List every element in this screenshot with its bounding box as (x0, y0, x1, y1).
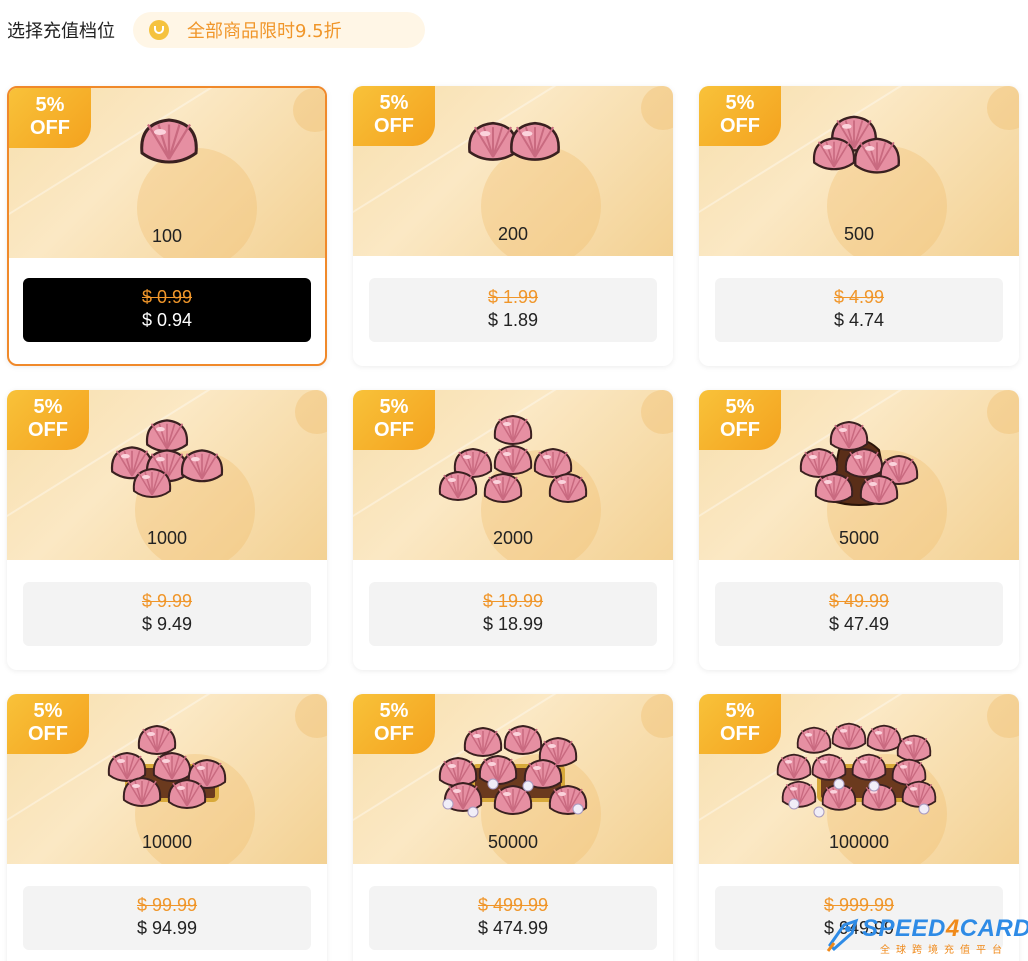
package-card[interactable]: 5% OFF 200 $ 1.99 $ 1.89 (353, 86, 673, 366)
sale-price: $ 47.49 (828, 614, 890, 634)
shell-pile-icon (438, 414, 588, 504)
sale-price: $ 94.99 (136, 918, 198, 938)
card-artwork: 5% OFF 50000 (353, 694, 673, 864)
package-card[interactable]: 5% OFF 50000 $ 499.99 $ 474.99 (353, 694, 673, 961)
shell-pile-icon (110, 419, 224, 499)
original-price: $ 999.99 (823, 895, 895, 915)
original-price: $ 499.99 (477, 895, 549, 915)
package-amount: 100 (151, 226, 183, 246)
sale-price: $ 9.49 (141, 614, 193, 634)
package-grid: 5% OFF 100 $ 0.99 $ 0.94 5% OFF 200 $ 1.… (7, 86, 1019, 961)
package-card[interactable]: 5% OFF 1000 $ 9.99 $ 9.49 (7, 390, 327, 670)
promo-text: 全部商品限时9.5折 (187, 21, 342, 42)
original-price: $ 49.99 (828, 591, 890, 611)
card-artwork: 5% OFF 5000 (699, 390, 1019, 560)
card-artwork: 5% OFF 100000 (699, 694, 1019, 864)
shell-currency-icon (812, 115, 900, 174)
card-artwork: 5% OFF 2000 (353, 390, 673, 560)
shell-chest-icon (776, 722, 937, 818)
package-amount: 200 (497, 224, 529, 244)
shell-bag-icon (799, 420, 919, 506)
speed4card-watermark: SPEED4CARD 全球跨境充值平台 (822, 915, 1028, 957)
shell-chest-icon (438, 724, 588, 818)
original-price: $ 0.99 (141, 287, 193, 307)
package-amount: 500 (843, 224, 875, 244)
sale-price: $ 4.74 (833, 310, 885, 330)
card-artwork: 5% OFF 100 (9, 88, 325, 258)
package-amount: 100000 (828, 832, 890, 852)
recharge-page: 选择充值档位 全部商品限时9.5折 5% OFF 100 $ 0.99 $ 0.… (0, 0, 1028, 961)
promo-banner: 全部商品限时9.5折 (133, 12, 425, 48)
sale-price: $ 18.99 (482, 614, 544, 634)
card-artwork: 5% OFF 200 (353, 86, 673, 256)
package-amount: 10000 (141, 832, 193, 852)
package-card[interactable]: 5% OFF 5000 $ 49.99 $ 47.49 (699, 390, 1019, 670)
package-amount: 2000 (492, 528, 534, 548)
price-button[interactable]: $ 49.99 $ 47.49 (715, 582, 1003, 646)
shell-currency-icon (140, 118, 198, 164)
shell-chest-icon (107, 724, 227, 810)
package-amount: 1000 (146, 528, 188, 548)
rocket-logo-icon (826, 918, 859, 952)
package-amount: 5000 (838, 528, 880, 548)
shell-currency-icon (468, 121, 560, 161)
original-price: $ 19.99 (482, 591, 544, 611)
price-button[interactable]: $ 499.99 $ 474.99 (369, 886, 657, 950)
watermark-subtitle: 全球跨境充值平台 (880, 945, 1008, 956)
package-card[interactable]: 5% OFF 10000 $ 99.99 $ 94.99 (7, 694, 327, 961)
package-card[interactable]: 5% OFF 2000 $ 19.99 $ 18.99 (353, 390, 673, 670)
original-price: $ 4.99 (833, 287, 885, 307)
original-price: $ 9.99 (141, 591, 193, 611)
sale-price: $ 474.99 (477, 918, 549, 938)
price-button[interactable]: $ 0.99 $ 0.94 (23, 278, 311, 342)
price-button[interactable]: $ 9.99 $ 9.49 (23, 582, 311, 646)
package-card[interactable]: 5% OFF 100 $ 0.99 $ 0.94 (7, 86, 327, 366)
watermark-brand: SPEED4CARD (862, 915, 1028, 942)
original-price: $ 99.99 (136, 895, 198, 915)
sale-price: $ 0.94 (141, 310, 193, 330)
price-button[interactable]: $ 99.99 $ 94.99 (23, 886, 311, 950)
discount-bag-icon (149, 20, 169, 40)
sale-price: $ 1.89 (487, 310, 539, 330)
package-card[interactable]: 5% OFF 500 $ 4.99 $ 4.74 (699, 86, 1019, 366)
page-title: 选择充值档位 (7, 21, 115, 42)
price-button[interactable]: $ 19.99 $ 18.99 (369, 582, 657, 646)
price-button[interactable]: $ 4.99 $ 4.74 (715, 278, 1003, 342)
card-artwork: 5% OFF 500 (699, 86, 1019, 256)
package-amount: 50000 (487, 832, 539, 852)
header: 选择充值档位 全部商品限时9.5折 (0, 12, 425, 48)
card-artwork: 5% OFF 10000 (7, 694, 327, 864)
price-button[interactable]: $ 1.99 $ 1.89 (369, 278, 657, 342)
card-artwork: 5% OFF 1000 (7, 390, 327, 560)
original-price: $ 1.99 (487, 287, 539, 307)
